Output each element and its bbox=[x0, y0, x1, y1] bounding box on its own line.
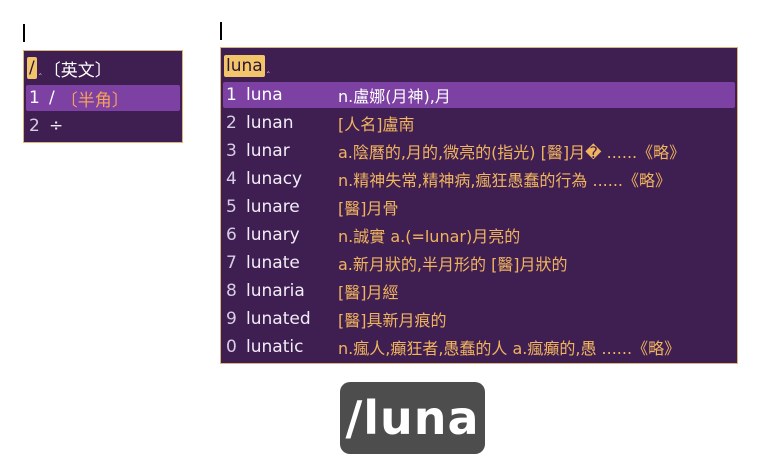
text-caret-left bbox=[23, 24, 25, 42]
candidate-definition: n.誠實 a.(=lunar)月亮的 bbox=[338, 227, 521, 246]
candidate-index: 9 bbox=[226, 309, 237, 329]
candidate-word: lunar bbox=[246, 141, 290, 161]
candidate-item[interactable]: 0 lunatic n.瘋人,癲狂者,愚蠢的人 a.瘋癲的,愚 ......《略》 bbox=[223, 334, 735, 360]
preedit-text: / bbox=[27, 57, 37, 79]
text-caret-right bbox=[220, 22, 222, 40]
preedit-area: luna ‸ bbox=[224, 55, 272, 77]
ime-candidate-panel-small: / ‸ 〔英文〕 1 / 〔半角〕 2 ÷ bbox=[23, 50, 183, 143]
preedit-area: / ‸ 〔英文〕 bbox=[27, 57, 112, 81]
candidate-word: lunare bbox=[246, 197, 300, 217]
candidate-index: 3 bbox=[226, 141, 237, 161]
candidate-definition: [人名]盧南 bbox=[338, 115, 415, 134]
candidate-index: 1 bbox=[29, 88, 40, 108]
candidate-word: lunate bbox=[246, 253, 300, 273]
candidate-item[interactable]: 1 luna n.盧娜(月神),月 bbox=[223, 82, 735, 108]
candidate-word: lunary bbox=[246, 225, 300, 245]
candidate-text: ÷ bbox=[49, 116, 64, 136]
candidate-word: lunaria bbox=[246, 281, 305, 301]
candidate-index: 8 bbox=[226, 281, 237, 301]
candidate-definition: a.陰曆的,月的,微亮的(指光) [醫]月� ......《略》 bbox=[338, 143, 686, 162]
candidate-word: lunan bbox=[246, 113, 294, 133]
candidate-index: 6 bbox=[226, 225, 237, 245]
candidate-definition: a.新月狀的,半月形的 [醫]月狀的 bbox=[338, 255, 568, 274]
candidate-definition: [醫]月經 bbox=[338, 283, 399, 302]
candidate-index: 4 bbox=[226, 169, 237, 189]
preedit-text: luna bbox=[224, 55, 265, 77]
candidate-item[interactable]: 5 lunare [醫]月骨 bbox=[223, 194, 735, 220]
candidate-definition: [醫]月骨 bbox=[338, 199, 399, 218]
candidate-index: 5 bbox=[226, 197, 237, 217]
candidate-item[interactable]: 6 lunary n.誠實 a.(=lunar)月亮的 bbox=[223, 222, 735, 248]
candidate-item[interactable]: 1 / 〔半角〕 bbox=[26, 85, 180, 111]
candidate-item[interactable]: 3 lunar a.陰曆的,月的,微亮的(指光) [醫]月� ......《略》 bbox=[223, 138, 735, 164]
candidate-item[interactable]: 2 lunan [人名]盧南 bbox=[223, 110, 735, 136]
caret-mark: ‸ bbox=[266, 64, 270, 74]
candidate-index: 7 bbox=[226, 253, 237, 273]
ime-candidate-panel-dictionary: luna ‸ 1 luna n.盧娜(月神),月 2 lunan [人名]盧南 3 lunar… bbox=[220, 47, 738, 364]
candidate-word: luna bbox=[246, 85, 283, 105]
candidate-annotation: 〔半角〕 bbox=[60, 90, 129, 111]
candidate-text: / bbox=[49, 88, 55, 108]
typed-keys-badge: /luna bbox=[340, 382, 485, 454]
candidate-definition: n.盧娜(月神),月 bbox=[338, 87, 451, 106]
candidate-item[interactable]: 2 ÷ bbox=[26, 113, 180, 139]
candidate-item[interactable]: 7 lunate a.新月狀的,半月形的 [醫]月狀的 bbox=[223, 250, 735, 276]
input-mode-label: 〔英文〕 bbox=[43, 60, 112, 81]
candidate-item[interactable]: 8 lunaria [醫]月經 bbox=[223, 278, 735, 304]
candidate-item[interactable]: 4 lunacy n.精神失常,精神病,瘋狂愚蠢的行為 ......《略》 bbox=[223, 166, 735, 192]
candidate-word: lunated bbox=[246, 309, 311, 329]
candidate-index: 0 bbox=[226, 337, 237, 357]
caret-mark: ‸ bbox=[38, 66, 42, 76]
candidate-definition: n.瘋人,癲狂者,愚蠢的人 a.瘋癲的,愚 ......《略》 bbox=[338, 339, 681, 358]
candidate-word: lunatic bbox=[246, 337, 304, 357]
candidate-index: 2 bbox=[226, 113, 237, 133]
candidate-definition: [醫]具新月痕的 bbox=[338, 311, 447, 330]
candidate-index: 2 bbox=[29, 116, 40, 136]
candidate-word: lunacy bbox=[246, 169, 303, 189]
candidate-index: 1 bbox=[226, 85, 237, 105]
candidate-item[interactable]: 9 lunated [醫]具新月痕的 bbox=[223, 306, 735, 332]
candidate-definition: n.精神失常,精神病,瘋狂愚蠢的行為 ......《略》 bbox=[338, 171, 672, 190]
